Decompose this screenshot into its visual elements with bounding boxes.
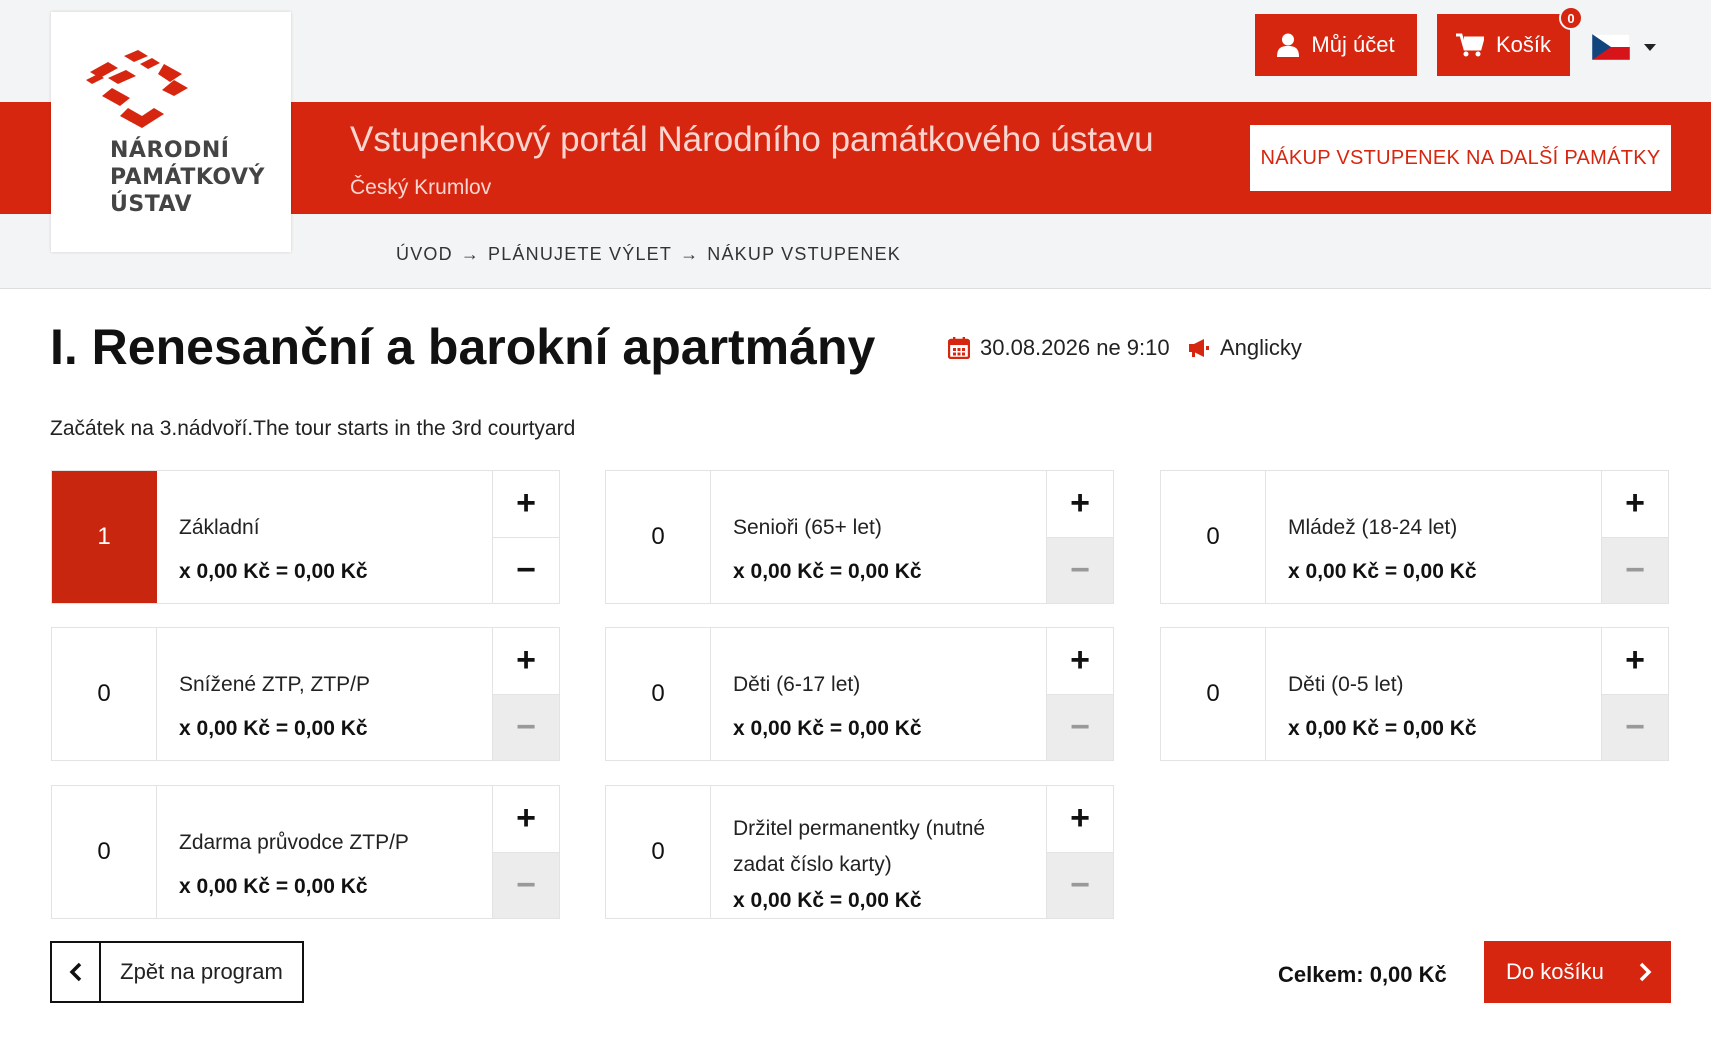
breadcrumb: ÚVOD → PLÁNUJETE VÝLET → NÁKUP VSTUPENEK (396, 244, 901, 265)
other-monuments-button[interactable]: NÁKUP VSTUPENEK NA DALŠÍ PAMÁTKY (1250, 125, 1671, 191)
ticket-count: 0 (52, 628, 157, 760)
back-to-program-button[interactable]: Zpět na program (50, 941, 304, 1003)
ticket-card: 0 Mládež (18-24 let) x 0,00 Kč = 0,00 Kč … (1160, 470, 1669, 604)
czech-flag-icon (1592, 34, 1630, 60)
cart-button[interactable]: Košík (1437, 14, 1570, 76)
ticket-name: Senioři (65+ let) (733, 516, 882, 539)
ticket-name: Držitel permanentky (nutné zadat číslo k… (733, 817, 986, 876)
ticket-card: 1 Základní x 0,00 Kč = 0,00 Kč + − (51, 470, 560, 604)
calendar-icon (948, 337, 970, 359)
decrease-button[interactable]: − (1047, 537, 1113, 603)
ticket-count: 0 (606, 786, 711, 918)
ticket-name: Základní (179, 516, 260, 539)
ticket-count: 0 (52, 786, 157, 918)
increase-button[interactable]: + (493, 628, 559, 695)
ticket-price: x 0,00 Kč = 0,00 Kč (733, 889, 922, 912)
ticket-price: x 0,00 Kč = 0,00 Kč (1288, 560, 1477, 583)
increase-button[interactable]: + (1047, 786, 1113, 853)
chevron-right-icon (1639, 962, 1652, 982)
ticket-count: 0 (606, 628, 711, 760)
breadcrumb-separator: → (680, 244, 700, 264)
ticket-price: x 0,00 Kč = 0,00 Kč (1288, 717, 1477, 740)
portal-title: Vstupenkový portál Národního památkového… (350, 120, 1154, 159)
ticket-card: 0 Děti (0-5 let) x 0,00 Kč = 0,00 Kč + − (1160, 627, 1669, 761)
breadcrumb-current: NÁKUP VSTUPENEK (707, 244, 902, 264)
increase-button[interactable]: + (1047, 471, 1113, 538)
language-selector[interactable] (1592, 34, 1656, 60)
tour-datetime-text: 30.08.2026 ne 9:10 (980, 335, 1170, 360)
ticket-count: 1 (52, 471, 157, 603)
ticket-count: 0 (606, 471, 711, 603)
tour-language: Anglicky (1188, 335, 1302, 361)
increase-button[interactable]: + (1047, 628, 1113, 695)
chevron-down-icon (1644, 43, 1656, 51)
my-account-label: Můj účet (1311, 32, 1395, 57)
ticket-price: x 0,00 Kč = 0,00 Kč (179, 875, 368, 898)
go-to-cart-label: Do košíku (1506, 959, 1604, 984)
ticket-name: Mládež (18-24 let) (1288, 516, 1458, 539)
go-to-cart-button[interactable]: Do košíku (1484, 941, 1671, 1003)
logo-text: NÁRODNÍ PAMÁTKOVÝ ÚSTAV (110, 138, 265, 217)
decrease-button[interactable]: − (493, 537, 559, 603)
ticket-name: Snížené ZTP, ZTP/P (179, 673, 371, 696)
decrease-button[interactable]: − (493, 852, 559, 918)
ticket-card: 0 Snížené ZTP, ZTP/P x 0,00 Kč = 0,00 Kč … (51, 627, 560, 761)
ticket-card: 0 Držitel permanentky (nutné zadat číslo… (605, 785, 1114, 919)
breadcrumb-home[interactable]: ÚVOD (396, 244, 453, 265)
tour-description: Začátek na 3.nádvoří.The tour starts in … (50, 417, 576, 440)
decrease-button[interactable]: − (493, 694, 559, 760)
my-account-button[interactable]: Můj účet (1255, 14, 1417, 76)
breadcrumb-plan-trip[interactable]: PLÁNUJETE VÝLET (488, 244, 672, 265)
page-title: I. Renesanční a barokní apartmány (50, 319, 876, 375)
user-icon (1277, 33, 1300, 57)
tour-datetime: 30.08.2026 ne 9:10 (948, 335, 1170, 361)
ticket-count: 0 (1161, 471, 1266, 603)
cart-icon (1455, 33, 1484, 57)
decrease-button[interactable]: − (1047, 694, 1113, 760)
ticket-price: x 0,00 Kč = 0,00 Kč (733, 560, 922, 583)
logo-mark-icon (86, 50, 188, 128)
breadcrumb-separator: → (460, 244, 481, 264)
increase-button[interactable]: + (1602, 471, 1668, 538)
decrease-button[interactable]: − (1047, 852, 1113, 918)
portal-subtitle: Český Krumlov (350, 176, 492, 199)
tour-language-text: Anglicky (1220, 335, 1302, 360)
back-to-program-label: Zpět na program (120, 959, 283, 984)
decrease-button[interactable]: − (1602, 694, 1668, 760)
increase-button[interactable]: + (1602, 628, 1668, 695)
megaphone-icon (1189, 339, 1209, 357)
decrease-button[interactable]: − (1602, 537, 1668, 603)
ticket-count: 0 (1161, 628, 1266, 760)
increase-button[interactable]: + (493, 471, 559, 538)
ticket-price: x 0,00 Kč = 0,00 Kč (733, 717, 922, 740)
ticket-price: x 0,00 Kč = 0,00 Kč (179, 717, 368, 740)
ticket-card: 0 Zdarma průvodce ZTP/P x 0,00 Kč = 0,00 … (51, 785, 560, 919)
cart-count-badge: 0 (1559, 6, 1583, 30)
chevron-left-icon (69, 962, 81, 982)
ticket-card: 0 Děti (6-17 let) x 0,00 Kč = 0,00 Kč + − (605, 627, 1114, 761)
cart-label: Košík (1495, 32, 1552, 57)
ticket-price: x 0,00 Kč = 0,00 Kč (179, 560, 368, 583)
ticket-name: Děti (6-17 let) (733, 673, 861, 696)
ticket-name: Zdarma průvodce ZTP/P (179, 831, 409, 854)
increase-button[interactable]: + (493, 786, 559, 853)
total-price: Celkem: 0,00 Kč (1278, 962, 1447, 987)
npu-logo[interactable]: NÁRODNÍ PAMÁTKOVÝ ÚSTAV (51, 12, 291, 252)
ticket-card: 0 Senioři (65+ let) x 0,00 Kč = 0,00 Kč +… (605, 470, 1114, 604)
ticket-name: Děti (0-5 let) (1288, 673, 1404, 696)
